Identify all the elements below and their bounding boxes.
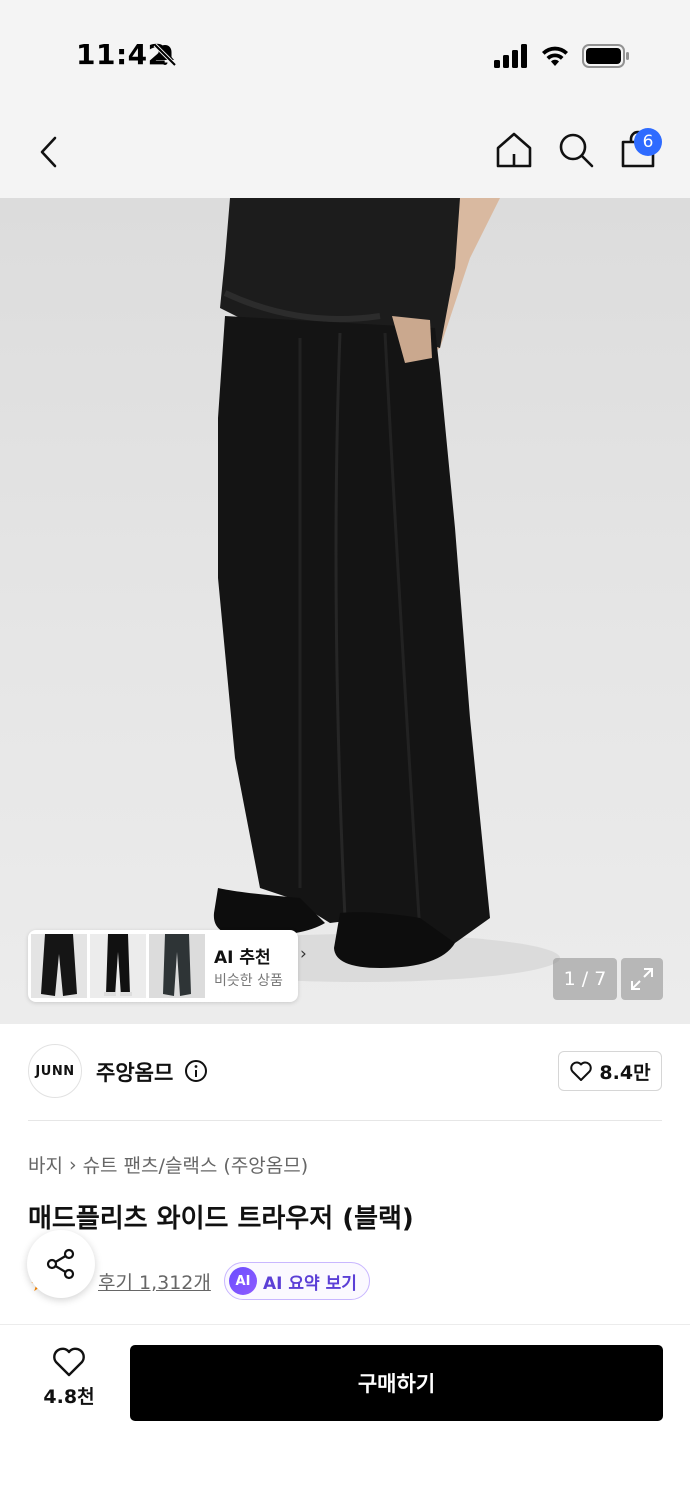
reco-thumbnail <box>90 934 146 998</box>
buy-button[interactable]: 구매하기 <box>130 1345 663 1421</box>
review-row: ★ 후기 1,312개 AI AI 요약 보기 <box>28 1262 668 1302</box>
wishlist-count: 4.8천 <box>43 1386 95 1408</box>
brand-like-button[interactable]: 8.4만 <box>558 1051 662 1091</box>
breadcrumb: 바지 › 슈트 팬츠/슬랙스 (주앙옴므) <box>28 1151 308 1178</box>
status-bar: 11:42 <box>0 0 690 100</box>
breadcrumb-subcategory[interactable]: 슈트 팬츠/슬랙스 (주앙옴므) <box>83 1151 309 1178</box>
battery-icon <box>582 44 629 68</box>
cart-count-badge: 6 <box>634 128 662 156</box>
wishlist-button[interactable]: 4.8천 <box>30 1346 108 1420</box>
reco-thumbnail <box>149 934 205 998</box>
expand-icon <box>631 968 653 990</box>
divider <box>28 1120 662 1121</box>
brand-name[interactable]: 주앙옴므 <box>96 1057 173 1087</box>
ai-recommendation-card[interactable]: AI 추천 › 비슷한 상품 <box>28 930 307 1002</box>
chevron-right-icon: › <box>300 944 307 964</box>
nav-bar <box>0 100 690 198</box>
thumbnail-image <box>90 934 146 998</box>
share-icon <box>46 1248 75 1280</box>
bell-off-icon <box>153 43 177 67</box>
search-button[interactable] <box>556 130 596 170</box>
info-icon[interactable] <box>184 1059 208 1083</box>
product-title: 매드플리츠 와이드 트라우저 (블랙) <box>28 1204 414 1234</box>
brand-logo[interactable]: JUNN <box>28 1044 82 1098</box>
back-icon <box>40 136 57 168</box>
signal-icon <box>494 44 527 68</box>
reco-title: AI 추천 <box>214 948 271 968</box>
thumbnail-image <box>149 934 205 998</box>
heart-icon <box>53 1347 85 1377</box>
share-button[interactable] <box>27 1230 95 1298</box>
breadcrumb-category[interactable]: 바지 <box>28 1151 63 1178</box>
product-photo <box>160 198 560 982</box>
home-icon <box>496 132 532 168</box>
reco-thumbnail <box>31 934 87 998</box>
gallery-page-indicator: 1 / 7 <box>553 958 617 1000</box>
back-button[interactable] <box>30 132 70 172</box>
brand-like-count: 8.4만 <box>599 1061 651 1084</box>
wifi-icon <box>542 46 568 66</box>
search-icon <box>559 133 594 168</box>
expand-button[interactable] <box>621 958 663 1000</box>
ai-badge: AI <box>229 1267 257 1295</box>
chevron-right-icon: › <box>68 1153 77 1176</box>
thumbnail-image <box>31 934 87 998</box>
review-count-link[interactable]: 후기 1,312개 <box>98 1268 211 1295</box>
product-image[interactable] <box>0 198 690 1024</box>
home-button[interactable] <box>494 130 534 170</box>
ai-summary-label: AI 요약 보기 <box>263 1273 357 1294</box>
ai-summary-button[interactable]: AI AI 요약 보기 <box>224 1262 370 1300</box>
heart-icon <box>570 1061 593 1081</box>
reco-subtitle: 비슷한 상품 <box>214 973 283 989</box>
